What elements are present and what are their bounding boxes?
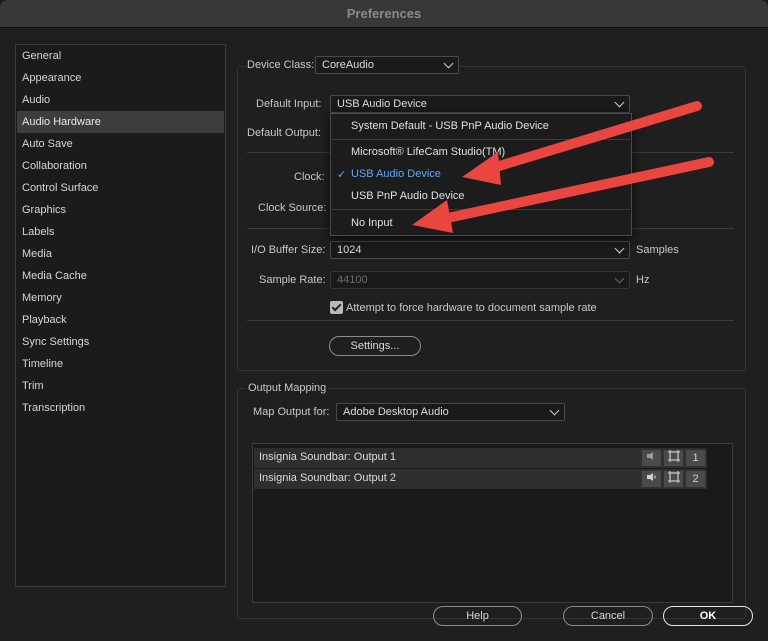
- channel-number[interactable]: 1: [685, 449, 706, 467]
- preferences-sidebar: General Appearance Audio Audio Hardware …: [15, 44, 226, 587]
- chevron-down-icon: [614, 273, 625, 284]
- crop-icon[interactable]: [663, 449, 684, 467]
- sidebar-item-transcription[interactable]: Transcription: [17, 397, 224, 419]
- cancel-button[interactable]: Cancel: [563, 606, 653, 626]
- sidebar-item-media-cache[interactable]: Media Cache: [17, 265, 224, 287]
- io-buffer-select[interactable]: 1024: [330, 241, 630, 259]
- io-buffer-unit: Samples: [636, 244, 679, 256]
- clock-source-label: Clock Source:: [258, 202, 327, 214]
- sidebar-item-memory[interactable]: Memory: [17, 287, 224, 309]
- dropdown-item-no-input[interactable]: No Input: [351, 217, 393, 229]
- default-input-select[interactable]: USB Audio Device: [330, 95, 630, 113]
- sidebar-item-audio[interactable]: Audio: [17, 89, 224, 111]
- default-input-label: Default Input:: [256, 98, 322, 110]
- chevron-down-icon: [443, 58, 454, 69]
- output-row-label: Insignia Soundbar: Output 2: [259, 472, 396, 484]
- window-title: Preferences: [346, 6, 422, 21]
- title-bar: Preferences: [0, 0, 768, 28]
- preferences-window: Preferences General Appearance Audio Aud…: [0, 0, 768, 641]
- io-buffer-value: 1024: [337, 244, 362, 256]
- default-output-label: Default Output:: [247, 127, 321, 139]
- dropdown-item-usb-pnp[interactable]: USB PnP Audio Device: [351, 190, 465, 202]
- map-output-select[interactable]: Adobe Desktop Audio: [336, 403, 565, 421]
- help-button[interactable]: Help: [433, 606, 522, 626]
- dropdown-item-system-default[interactable]: System Default - USB PnP Audio Device: [351, 120, 549, 132]
- sidebar-item-general[interactable]: General: [17, 45, 224, 67]
- sample-rate-label: Sample Rate:: [259, 274, 326, 286]
- ok-button[interactable]: OK: [663, 606, 753, 626]
- crop-icon[interactable]: [663, 470, 684, 488]
- sidebar-item-collaboration[interactable]: Collaboration: [17, 155, 224, 177]
- clock-label: Clock:: [294, 171, 325, 183]
- sidebar-item-labels[interactable]: Labels: [17, 221, 224, 243]
- sidebar-item-auto-save[interactable]: Auto Save: [17, 133, 224, 155]
- dropdown-item-usb-audio-device[interactable]: USB Audio Device: [351, 168, 441, 180]
- dropdown-separator: [332, 209, 630, 210]
- force-sample-rate-checkbox[interactable]: [330, 301, 343, 314]
- sample-rate-value: 44100: [337, 274, 368, 286]
- sidebar-item-media[interactable]: Media: [17, 243, 224, 265]
- sidebar-item-audio-hardware[interactable]: Audio Hardware: [17, 111, 224, 133]
- sidebar-item-sync-settings[interactable]: Sync Settings: [17, 331, 224, 353]
- sidebar-item-graphics[interactable]: Graphics: [17, 199, 224, 221]
- divider: [247, 320, 734, 321]
- channel-number[interactable]: 2: [685, 470, 706, 488]
- sidebar-item-timeline[interactable]: Timeline: [17, 353, 224, 375]
- io-buffer-label: I/O Buffer Size:: [251, 244, 326, 256]
- checkmark-icon: ✓: [337, 169, 347, 181]
- dropdown-item-lifecam[interactable]: Microsoft® LifeCam Studio(TM): [351, 146, 505, 158]
- chevron-down-icon: [549, 405, 560, 416]
- force-sample-rate-label: Attempt to force hardware to document sa…: [346, 302, 597, 314]
- output-row[interactable]: Insignia Soundbar: Output 1: [254, 448, 707, 468]
- dropdown-separator: [332, 139, 630, 140]
- device-class-label: Device Class:: [247, 59, 319, 71]
- default-input-dropdown: System Default - USB PnP Audio Device Mi…: [330, 113, 632, 236]
- output-row-label: Insignia Soundbar: Output 1: [259, 451, 396, 463]
- settings-button[interactable]: Settings...: [329, 336, 421, 356]
- chevron-down-icon: [614, 243, 625, 254]
- output-mapping-title: Output Mapping: [245, 382, 330, 394]
- speaker-icon[interactable]: [641, 449, 662, 467]
- sidebar-item-trim[interactable]: Trim: [17, 375, 224, 397]
- mute-icon[interactable]: [641, 470, 662, 488]
- output-channel-list: Insignia Soundbar: Output 1 Insignia Sou…: [252, 443, 733, 603]
- sample-rate-select: 44100: [330, 271, 630, 289]
- device-class-select[interactable]: CoreAudio: [315, 56, 459, 74]
- map-output-value: Adobe Desktop Audio: [343, 406, 449, 418]
- sidebar-item-playback[interactable]: Playback: [17, 309, 224, 331]
- sidebar-item-control-surface[interactable]: Control Surface: [17, 177, 224, 199]
- sidebar-item-appearance[interactable]: Appearance: [17, 67, 224, 89]
- chevron-down-icon: [614, 97, 625, 108]
- device-class-value: CoreAudio: [322, 59, 374, 71]
- default-input-value: USB Audio Device: [337, 98, 427, 110]
- output-row[interactable]: Insignia Soundbar: Output 2: [254, 469, 707, 489]
- sample-rate-unit: Hz: [636, 274, 650, 286]
- map-output-label: Map Output for:: [253, 406, 330, 418]
